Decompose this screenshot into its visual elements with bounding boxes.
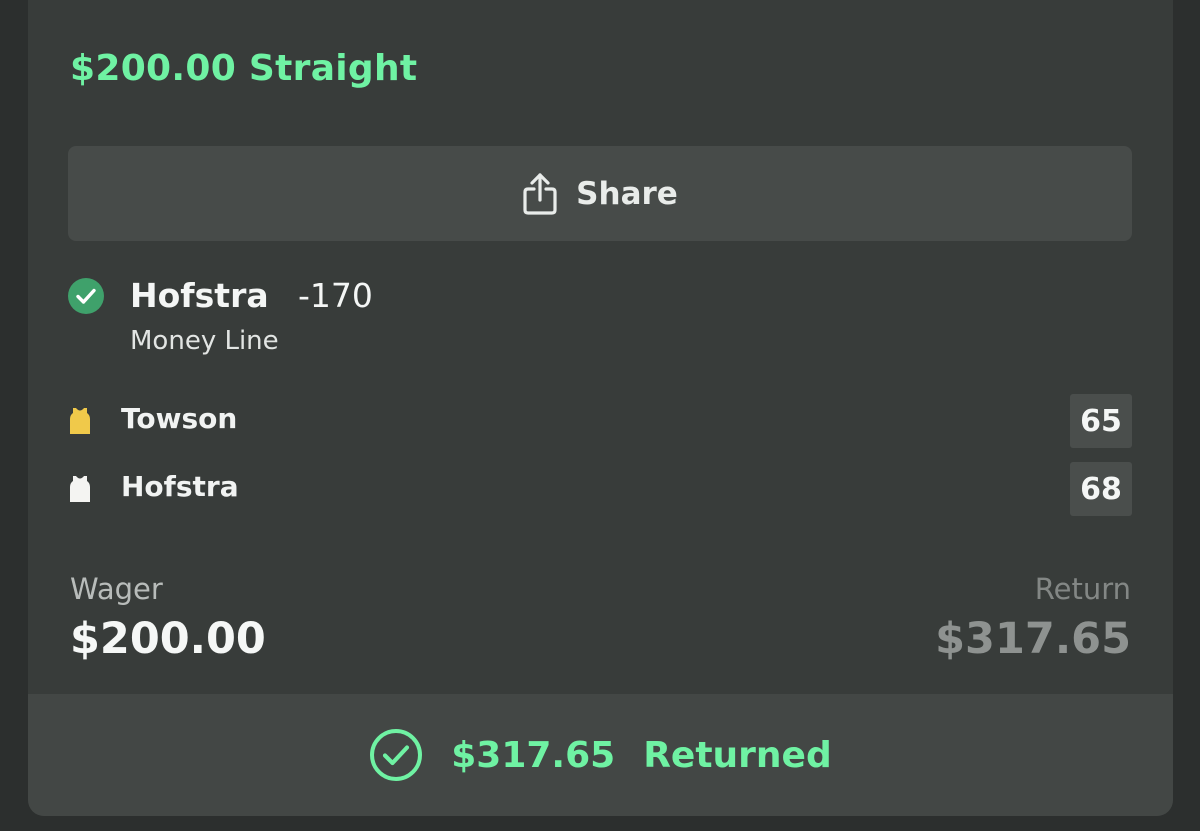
share-icon <box>523 172 557 215</box>
wager-value: $200.00 <box>70 614 266 664</box>
team-score: 68 <box>1070 462 1132 516</box>
team-name: Hofstra <box>121 470 239 503</box>
jersey-icon <box>70 476 90 502</box>
score-row-away: Towson 65 <box>68 394 1132 448</box>
team-score: 65 <box>1070 394 1132 448</box>
return-label: Return <box>1034 572 1131 606</box>
share-button-label: Share <box>576 175 678 212</box>
screen-background: $200.00 Straight Share Hofstra -170 Mone… <box>0 0 1200 831</box>
check-circle-icon <box>68 278 104 314</box>
bet-slip-card: $200.00 Straight Share Hofstra -170 Mone… <box>28 0 1173 816</box>
jersey-icon <box>70 408 90 434</box>
pick-odds: -170 <box>298 276 373 315</box>
check-circle-outline-icon <box>370 729 423 781</box>
score-row-home: Hofstra 68 <box>68 462 1132 516</box>
return-value: $317.65 <box>935 614 1131 664</box>
result-status: Returned <box>643 734 832 776</box>
team-name: Towson <box>121 402 238 435</box>
result-amount: $317.65 <box>451 734 616 776</box>
pick-team: Hofstra <box>130 276 269 315</box>
wager-label: Wager <box>70 572 163 606</box>
bet-title: $200.00 Straight <box>70 48 418 89</box>
result-banner: $317.65 Returned <box>28 694 1173 816</box>
pick-market: Money Line <box>130 326 279 356</box>
share-button[interactable]: Share <box>68 146 1132 241</box>
